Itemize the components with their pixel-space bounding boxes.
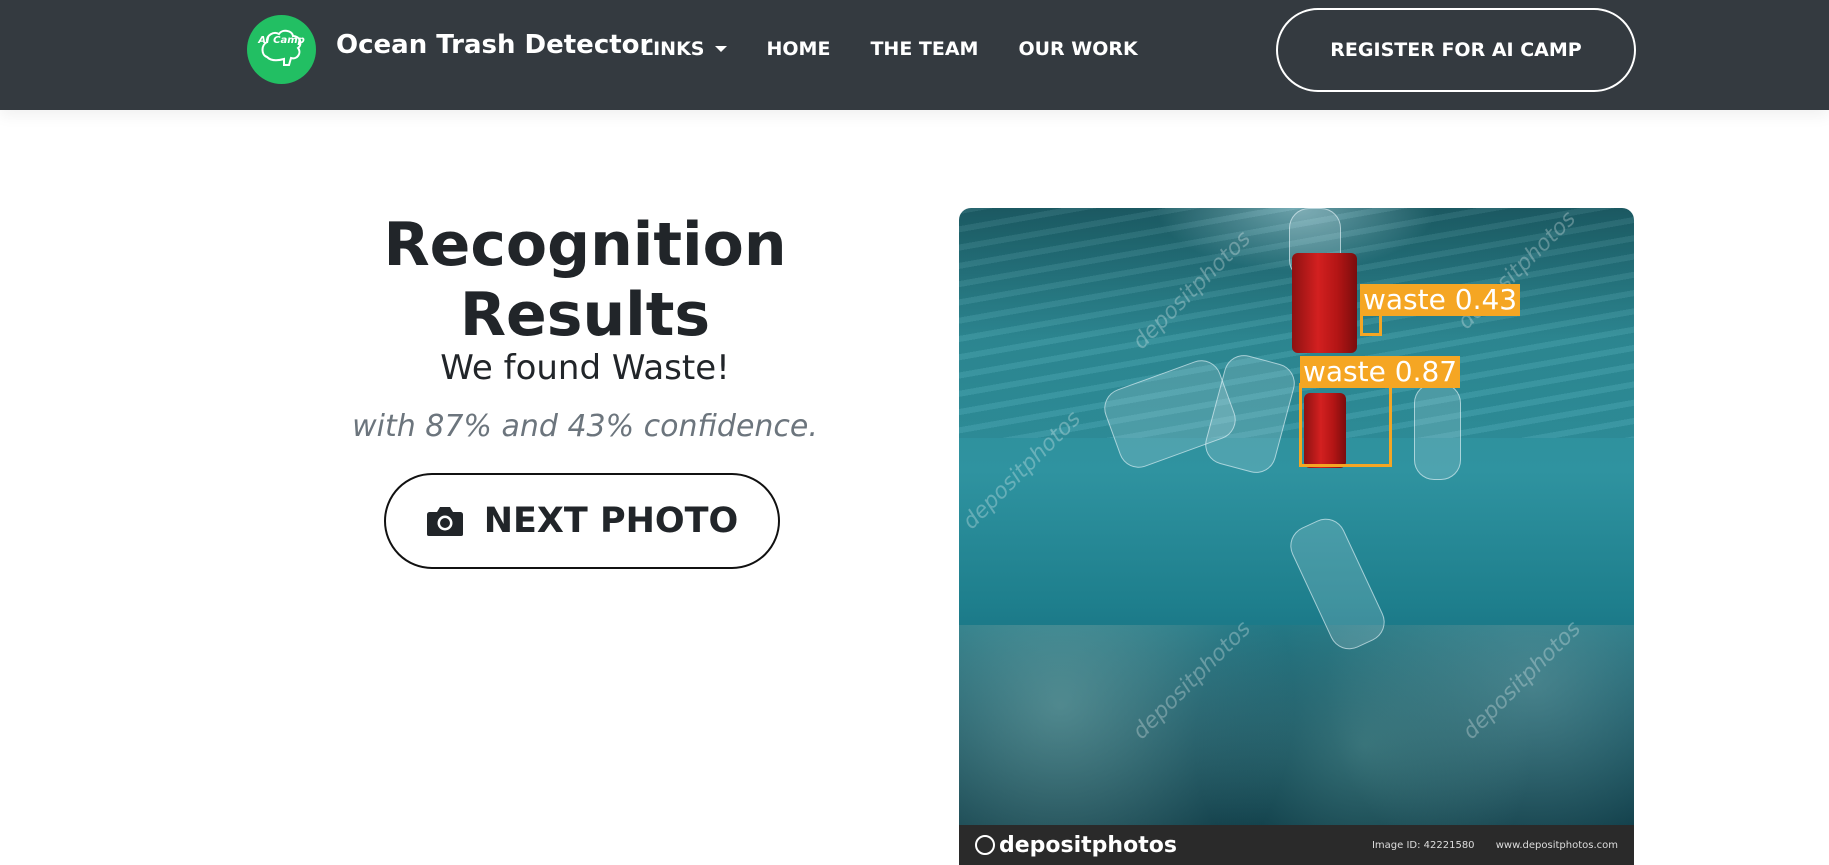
brain-outline-icon — [261, 29, 302, 66]
top-navbar: AI Camp Ocean Trash Detector LINKS HOME … — [0, 0, 1829, 110]
detection-photo: depositphotos depositphotos depositphoto… — [959, 208, 1634, 865]
found-prefix: We found — [440, 348, 602, 388]
photo-credit-info: Image ID: 42221580 www.depositphotos.com — [1354, 840, 1618, 851]
photo-image-id: Image ID: 42221580 — [1371, 839, 1475, 851]
logo-text: AI Camp — [258, 35, 305, 46]
detection-box-waste-087 — [1299, 383, 1392, 467]
nav-links-dropdown[interactable]: LINKS — [641, 38, 727, 60]
found-line: We found Waste! — [260, 348, 910, 388]
brand-name[interactable]: Ocean Trash Detector — [336, 30, 652, 60]
nav-our-work[interactable]: OUR WORK — [1018, 38, 1137, 60]
photo-credit-site: www.depositphotos.com — [1495, 839, 1618, 851]
page-title: Recognition Results — [383, 210, 787, 350]
photo-credit-logo: depositphotos — [975, 833, 1177, 858]
register-button[interactable]: REGISTER FOR AI CAMP — [1276, 8, 1636, 92]
ai-camp-logo[interactable]: AI Camp — [247, 15, 316, 84]
photo-credit-bar: depositphotos Image ID: 42221580 www.dep… — [959, 825, 1634, 865]
found-object: Waste! — [611, 348, 730, 388]
confidence-text: with 87% and 43% confidence. — [352, 409, 818, 444]
photo-credit-brand: depositphotos — [999, 832, 1177, 858]
soda-can — [1292, 253, 1357, 353]
nav-the-team[interactable]: THE TEAM — [870, 38, 978, 60]
next-photo-label: NEXT PHOTO — [483, 501, 739, 541]
camera-icon — [426, 507, 463, 536]
plastic-cup — [1414, 383, 1461, 480]
nav-home[interactable]: HOME — [767, 38, 831, 60]
brand[interactable]: AI Camp Ocean Trash Detector — [247, 15, 652, 84]
detection-label-waste-043: waste 0.43 — [1360, 284, 1521, 316]
nav-links: LINKS HOME THE TEAM OUR WORK — [641, 38, 1178, 60]
depositphotos-logo-icon — [975, 835, 995, 855]
detection-label-waste-087: waste 0.87 — [1300, 356, 1461, 388]
nav-links-label: LINKS — [641, 38, 705, 60]
caret-down-icon — [714, 46, 727, 52]
next-photo-button[interactable]: NEXT PHOTO — [384, 473, 780, 569]
